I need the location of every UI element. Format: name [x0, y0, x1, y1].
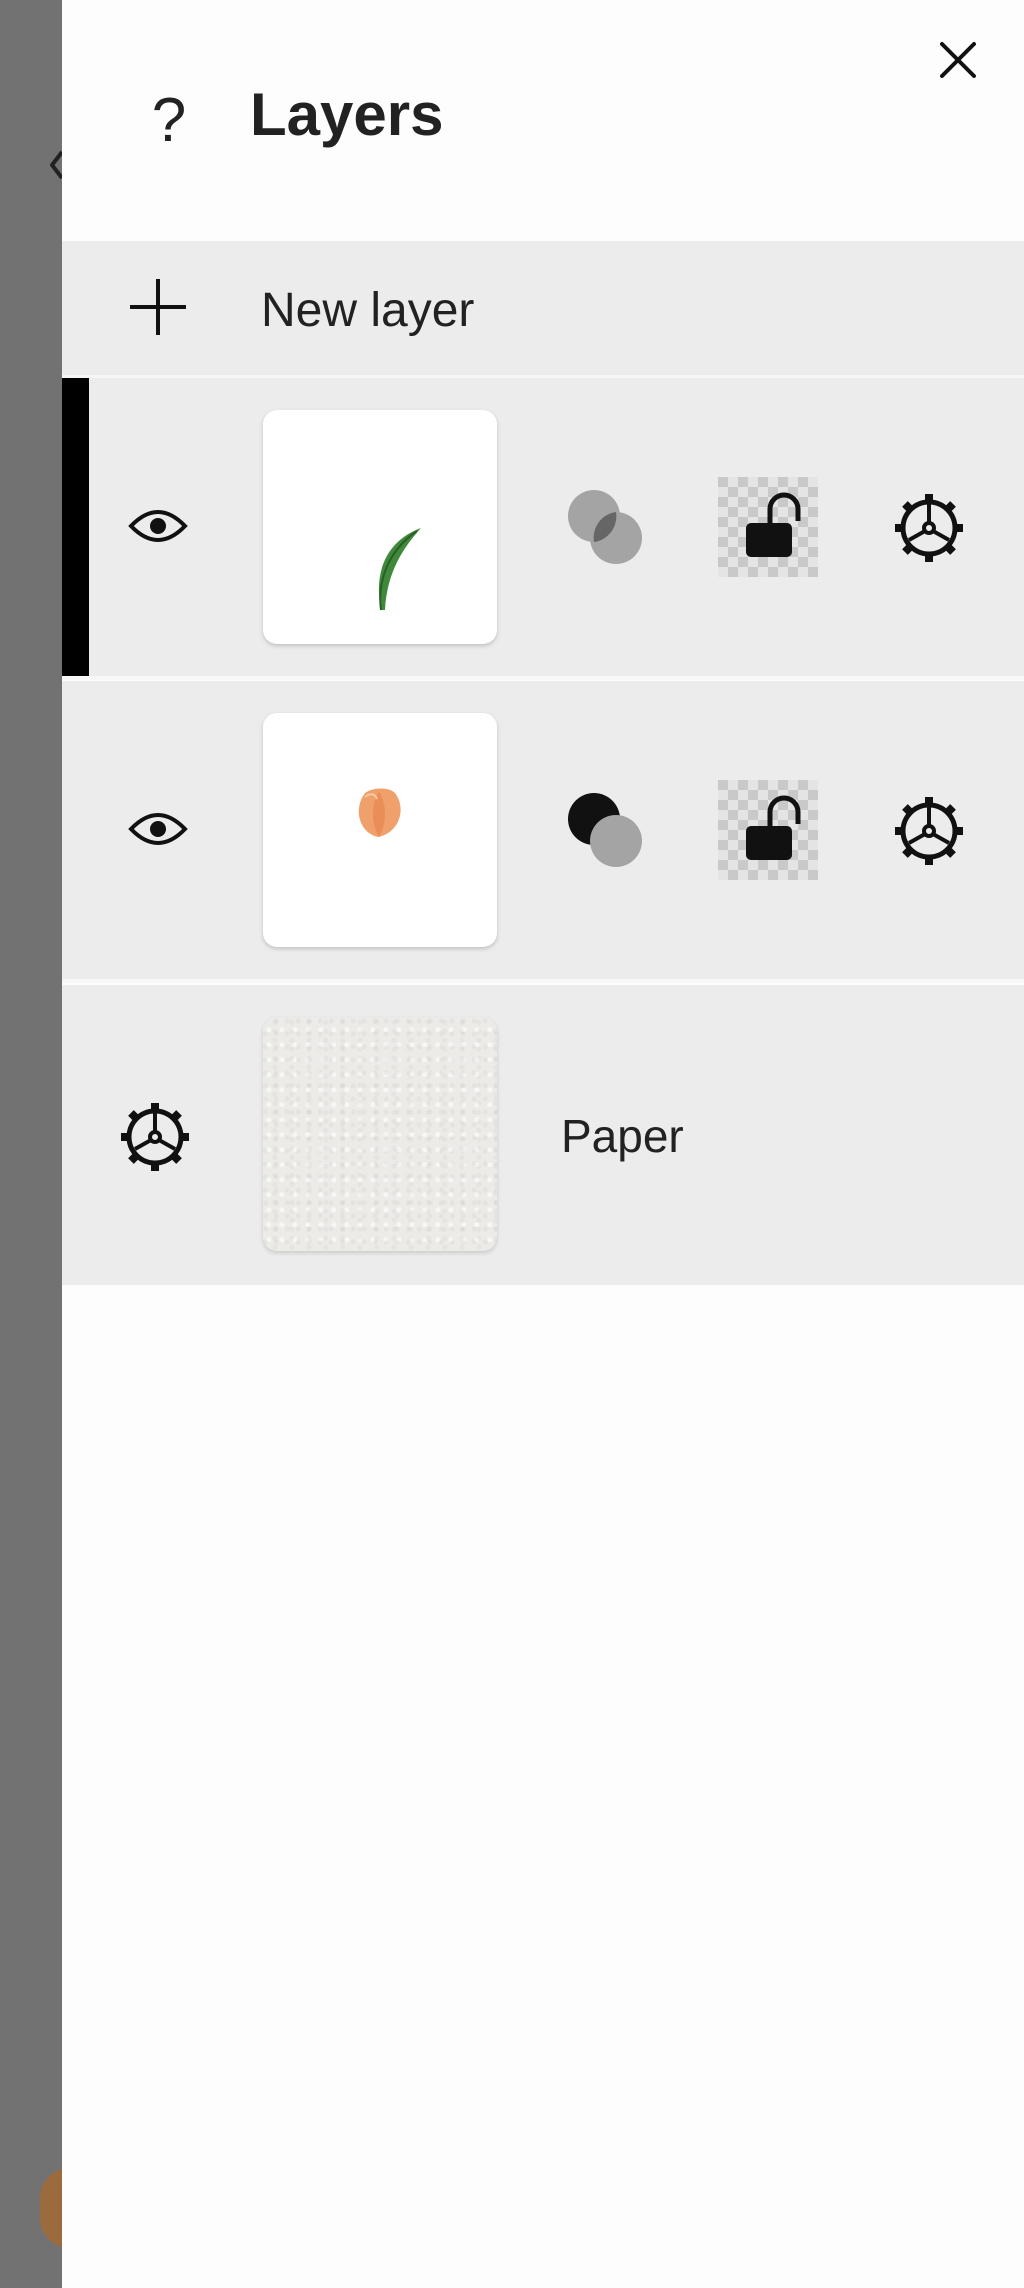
paper-label: Paper [561, 1110, 684, 1162]
layer-thumbnail[interactable] [263, 713, 497, 947]
blend-mode-icon[interactable] [566, 488, 646, 568]
close-icon[interactable] [928, 30, 988, 90]
paper-layer-row[interactable]: Paper [62, 985, 1024, 1285]
gear-icon[interactable] [893, 795, 965, 867]
alpha-lock-unlocked-icon[interactable] [718, 477, 818, 577]
layer-thumbnail[interactable] [263, 410, 497, 644]
paper-thumbnail[interactable] [263, 1017, 497, 1251]
blend-mode-icon[interactable] [566, 791, 646, 871]
leaf-stroke-icon [378, 528, 421, 611]
eye-icon[interactable] [128, 504, 188, 548]
layer-row[interactable] [62, 681, 1024, 983]
eye-icon[interactable] [128, 807, 188, 851]
plus-icon [130, 279, 186, 335]
layers-panel: ? Layers New layer Paper [62, 0, 1024, 2288]
selected-layer-indicator [62, 378, 89, 676]
new-layer-button[interactable]: New layer [62, 241, 1024, 378]
alpha-lock-unlocked-icon[interactable] [718, 780, 818, 880]
tulip-bud-icon [358, 788, 401, 837]
gear-icon[interactable] [119, 1101, 191, 1173]
gear-icon[interactable] [893, 492, 965, 564]
canvas-backdrop[interactable] [0, 0, 100, 2288]
layer-row[interactable] [62, 378, 1024, 680]
help-button[interactable]: ? [124, 70, 214, 170]
new-layer-label: New layer [261, 284, 475, 337]
panel-title: Layers [250, 81, 444, 148]
help-icon: ? [151, 85, 187, 155]
